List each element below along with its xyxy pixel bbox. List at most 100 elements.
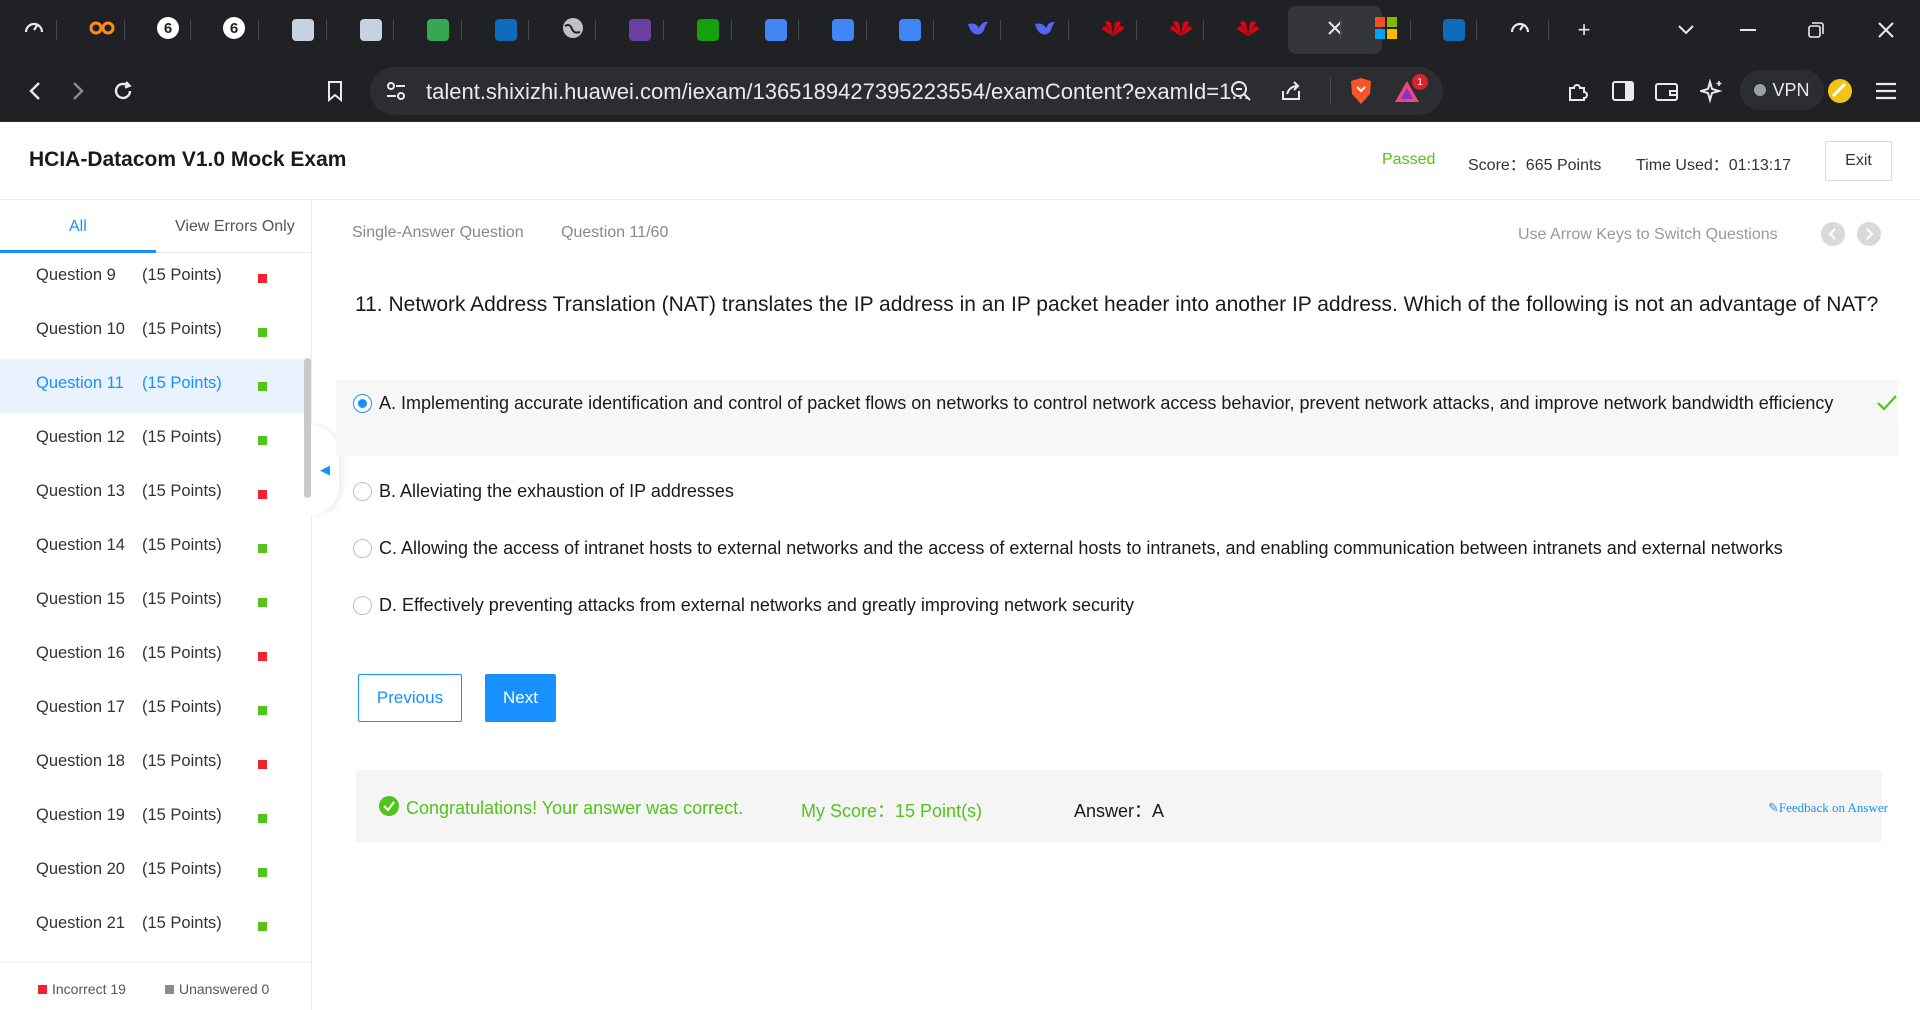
tab-all[interactable]: All: [69, 218, 87, 236]
sidebar-question-item[interactable]: Question 17 (15 Points): [0, 683, 304, 737]
address-bar[interactable]: talent.shixizhi.huawei.com/iexam/1365189…: [370, 67, 1443, 115]
svg-text:6: 6: [230, 20, 238, 37]
url-text[interactable]: talent.shixizhi.huawei.com/iexam/1365189…: [426, 79, 1250, 105]
browser-tab-11[interactable]: [688, 10, 728, 50]
question-points: (15 Points): [142, 860, 222, 878]
browser-tab-2[interactable]: [82, 10, 122, 50]
browser-tab-8[interactable]: [486, 10, 526, 50]
tab-separator: [528, 20, 529, 40]
forward-icon[interactable]: [61, 74, 95, 108]
tab-separator: [461, 20, 462, 40]
new-tab-button[interactable]: +: [1568, 14, 1600, 46]
previous-button[interactable]: Previous: [358, 674, 462, 722]
tab-separator: [1340, 20, 1341, 40]
sidebar-question-item[interactable]: Question 10 (15 Points): [0, 305, 304, 359]
site-settings-icon[interactable]: [384, 79, 408, 108]
browser-tab-21[interactable]: [1366, 10, 1406, 50]
sidebar-question-item[interactable]: Question 9 (15 Points): [0, 253, 304, 305]
legend-unanswered: Unanswered 0: [165, 981, 269, 997]
answer-legend: Incorrect 19 Unanswered 0: [0, 962, 311, 1010]
prev-question-arrow-icon[interactable]: [1821, 222, 1845, 246]
leo-ai-icon[interactable]: [1695, 74, 1729, 108]
tab-separator: [393, 20, 394, 40]
browser-tab-1[interactable]: [14, 10, 54, 50]
incorrect-marker-icon: [38, 984, 47, 994]
browser-tab-14[interactable]: [890, 10, 930, 50]
restore-icon[interactable]: [1800, 14, 1832, 46]
bookmark-icon[interactable]: [318, 74, 352, 108]
tab-view-errors-only[interactable]: View Errors Only: [175, 218, 295, 236]
radio-option-d[interactable]: [353, 596, 372, 615]
browser-tab-4[interactable]: 6: [214, 10, 254, 50]
sidebar-question-item[interactable]: Question 21 (15 Points): [0, 899, 304, 943]
browser-tab-17[interactable]: [1093, 10, 1133, 50]
number-6-icon: 6: [222, 16, 246, 45]
browser-tab-19[interactable]: [1228, 10, 1268, 50]
sidebar-scrollbar[interactable]: [304, 358, 311, 498]
option-c[interactable]: C. Allowing the access of intranet hosts…: [336, 527, 1898, 571]
browser-tab-12[interactable]: [756, 10, 796, 50]
menu-icon[interactable]: [1869, 74, 1903, 108]
option-d[interactable]: D. Effectively preventing attacks from e…: [336, 584, 1898, 628]
option-b[interactable]: B. Alleviating the exhaustion of IP addr…: [336, 470, 1898, 514]
browser-tab-18[interactable]: [1161, 10, 1201, 50]
brave-rewards-icon[interactable]: 1: [1394, 74, 1428, 111]
browser-tab-7[interactable]: [418, 10, 458, 50]
sidebar-toggle-icon[interactable]: [1606, 74, 1640, 108]
browser-tab-10[interactable]: [620, 10, 660, 50]
feedback-link[interactable]: ✎Feedback on Answer: [1768, 800, 1888, 816]
tab-separator: [798, 20, 799, 40]
question-status-marker-icon: [258, 436, 267, 445]
question-sidebar: All View Errors Only Question 9 (15 Point…: [0, 200, 312, 1010]
minimize-icon[interactable]: [1732, 14, 1764, 46]
radio-option-c[interactable]: [353, 539, 372, 558]
vpn-button[interactable]: VPN: [1740, 70, 1824, 110]
sidebar-question-item[interactable]: Question 12 (15 Points): [0, 413, 304, 467]
window-close-icon[interactable]: [1870, 14, 1902, 46]
wallet-icon[interactable]: [1650, 74, 1684, 108]
brave-shields-icon[interactable]: [1348, 77, 1374, 110]
tab-search-chevron-icon[interactable]: [1670, 14, 1702, 46]
sidebar-question-item[interactable]: Question 19 (15 Points): [0, 791, 304, 845]
sidebar-question-item[interactable]: Question 14 (15 Points): [0, 521, 304, 575]
sidebar-question-item[interactable]: Question 15 (15 Points): [0, 575, 304, 629]
tab-separator: [1136, 20, 1137, 40]
browser-tab-9[interactable]: [553, 10, 593, 50]
question-status-marker-icon: [258, 274, 267, 283]
question-type: Single-Answer Question: [352, 224, 524, 241]
sidebar-question-item[interactable]: Question 13 (15 Points): [0, 467, 304, 521]
feedback-label: Feedback on Answer: [1778, 800, 1888, 815]
zoom-icon[interactable]: [1229, 79, 1253, 108]
browser-tab-5[interactable]: [283, 10, 323, 50]
sidebar-question-item[interactable]: Question 11 (15 Points): [0, 359, 304, 413]
profile-avatar-icon[interactable]: [1823, 74, 1857, 108]
reload-icon[interactable]: [106, 74, 140, 108]
question-label: Question 19: [36, 806, 125, 824]
tab-separator: [1476, 20, 1477, 40]
sidebar-tabs: All View Errors Only: [0, 200, 311, 253]
exam-header: HCIA-Datacom V1.0 Mock Exam Passed Score…: [0, 122, 1920, 200]
share-icon[interactable]: [1279, 79, 1303, 108]
tab-separator: [933, 20, 934, 40]
browser-tab-6[interactable]: [351, 10, 391, 50]
browser-tab-3[interactable]: 6: [148, 10, 188, 50]
option-a[interactable]: A. Implementing accurate identification …: [336, 380, 1898, 456]
question-points: (15 Points): [142, 590, 222, 608]
next-button[interactable]: Next: [485, 674, 556, 722]
next-question-arrow-icon[interactable]: [1857, 222, 1881, 246]
sidebar-question-item[interactable]: Question 20 (15 Points): [0, 845, 304, 899]
docs-icon: [832, 19, 854, 41]
exit-button[interactable]: Exit: [1825, 141, 1892, 181]
radio-option-a[interactable]: [353, 394, 372, 413]
sidebar-question-item[interactable]: Question 16 (15 Points): [0, 629, 304, 683]
browser-tab-16[interactable]: [1025, 10, 1065, 50]
unanswered-marker-icon: [165, 984, 174, 994]
back-icon[interactable]: [18, 74, 52, 108]
browser-tab-13[interactable]: [823, 10, 863, 50]
sidebar-question-item[interactable]: Question 18 (15 Points): [0, 737, 304, 791]
browser-tab-23[interactable]: [1500, 10, 1540, 50]
radio-option-b[interactable]: [353, 482, 372, 501]
browser-tab-15[interactable]: [958, 10, 998, 50]
browser-tab-22[interactable]: [1434, 10, 1474, 50]
extensions-icon[interactable]: [1561, 74, 1595, 108]
